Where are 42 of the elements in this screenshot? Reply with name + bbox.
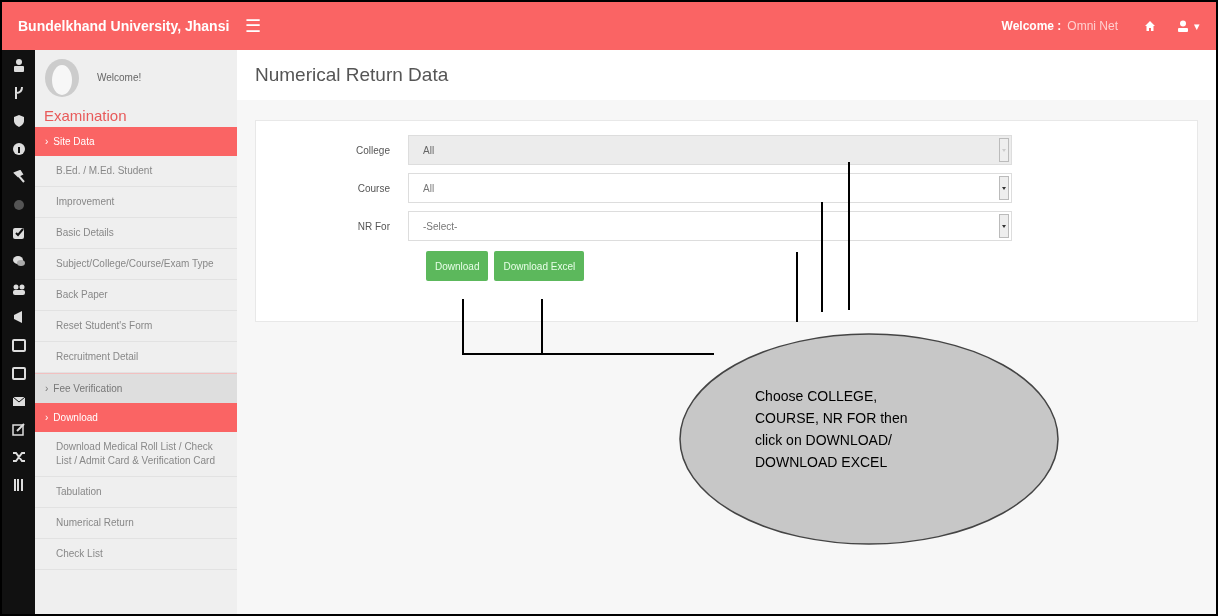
- checkbox-icon[interactable]: [11, 226, 26, 240]
- greeting-text: Welcome!: [97, 71, 142, 85]
- menu-item[interactable]: Numerical Return: [35, 508, 237, 539]
- menu-item[interactable]: Subject/College/Course/Exam Type: [35, 249, 237, 280]
- callout-text: Choose COLLEGE, COURSE, NR FOR then click on DOWNLOAD/ DOWNLOAD EXCEL: [755, 387, 909, 472]
- shuffle-icon[interactable]: [11, 450, 26, 464]
- menu-section[interactable]: › Site Data: [35, 127, 237, 156]
- menu-section[interactable]: › Download: [35, 403, 237, 432]
- section-heading: Examination: [43, 106, 128, 126]
- welcome-label: Welcome :: [1001, 18, 1062, 35]
- download-button[interactable]: Download: [426, 251, 489, 281]
- field-label: Course: [356, 181, 391, 196]
- envelope-icon[interactable]: [11, 394, 26, 408]
- menu-item[interactable]: Download Medical Roll List / Check List / Admit Card & Verification Card: [35, 432, 237, 477]
- user-name: Omni Net: [1067, 18, 1118, 35]
- field-label: NR For: [356, 219, 391, 234]
- group-icon[interactable]: [11, 282, 26, 296]
- user-icon[interactable]: [11, 58, 26, 72]
- leader-line: [796, 251, 798, 323]
- menu-section[interactable]: › Fee Verification: [35, 373, 237, 403]
- menu-item[interactable]: B.Ed. / M.Ed. Student: [35, 156, 237, 187]
- site-title[interactable]: Bundelkhand University, Jhansi: [18, 15, 230, 37]
- menu-item[interactable]: Basic Details: [35, 218, 237, 249]
- menu-item[interactable]: Check List: [35, 539, 237, 570]
- hammer-icon[interactable]: [11, 170, 26, 184]
- menu-item[interactable]: Back Paper: [35, 280, 237, 311]
- download-button[interactable]: Download Excel: [494, 251, 585, 281]
- menu-item[interactable]: Tabulation: [35, 477, 237, 508]
- select-field[interactable]: All: [408, 173, 1012, 203]
- caret-icon[interactable]: ▾: [1194, 17, 1200, 35]
- shield-icon[interactable]: [11, 114, 26, 128]
- circle-icon[interactable]: [11, 198, 26, 212]
- info-icon[interactable]: [11, 142, 26, 156]
- select-field[interactable]: -Select-: [408, 211, 1012, 241]
- menu-item[interactable]: Reset Student's Form: [35, 311, 237, 342]
- menu-item[interactable]: Improvement: [35, 187, 237, 218]
- home-icon[interactable]: [1144, 20, 1156, 32]
- edit-icon[interactable]: [11, 422, 26, 436]
- page-title: Numerical Return Data: [255, 62, 449, 87]
- avatar-icon: [43, 57, 81, 98]
- field-label: College: [355, 143, 391, 158]
- chat-icon[interactable]: [11, 254, 26, 268]
